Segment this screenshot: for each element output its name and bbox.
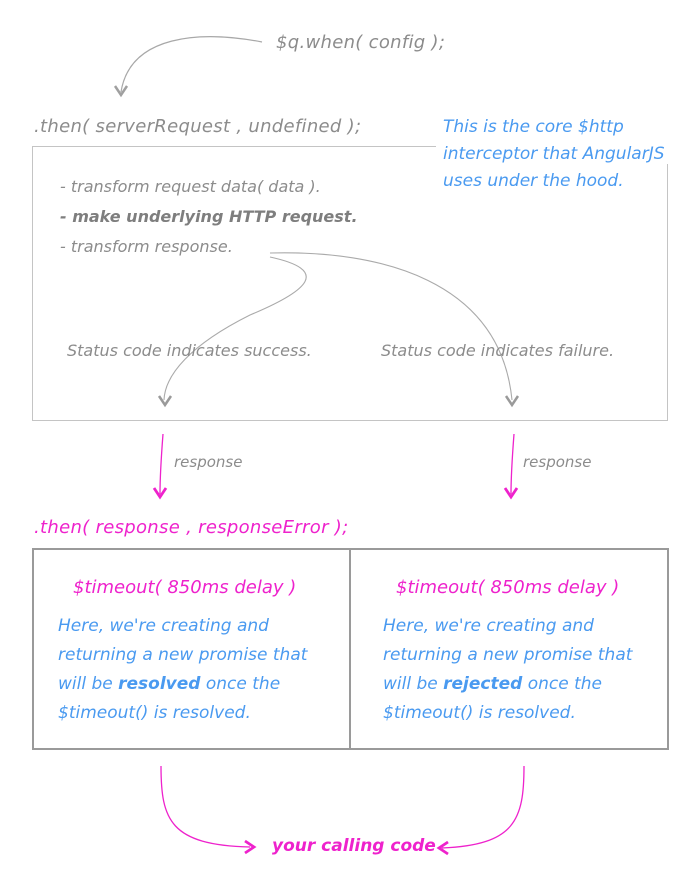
note-line: uses under the hood. — [443, 171, 624, 191]
right-response-label: response — [523, 453, 592, 471]
text: once the — [200, 674, 281, 694]
start-arrow — [120, 36, 263, 93]
text: will be — [58, 674, 119, 694]
start-label: $q.when( config ); — [276, 32, 446, 53]
left-timeout-description: Here, we're creating and returning a new… — [58, 612, 307, 728]
note-line: interceptor that AngularJS — [443, 144, 665, 164]
interceptor-box-top-border — [32, 146, 436, 147]
failure-label: Status code indicates failure. — [381, 341, 615, 360]
description-line: will be resolved once the — [58, 670, 307, 699]
right-response-arrow — [510, 433, 515, 495]
success-label: Status code indicates success. — [67, 341, 312, 360]
step2-label: .then( response , responseError ); — [34, 517, 349, 538]
text: will be — [383, 674, 444, 694]
step-item: - make underlying HTTP request. — [60, 207, 358, 226]
right-timeout-title: $timeout( 850ms delay ) — [396, 577, 620, 598]
interceptor-box-right-border — [667, 164, 668, 421]
step-item: - transform request data( data ). — [60, 177, 321, 196]
note-line: This is the core $http — [443, 117, 624, 137]
left-timeout-title: $timeout( 850ms delay ) — [73, 577, 297, 598]
left-bottom-arrow — [160, 765, 251, 848]
description-line: Here, we're creating and — [383, 616, 594, 636]
timeout-box-divider — [349, 548, 351, 750]
description-line: returning a new promise that — [58, 645, 308, 665]
text: once the — [522, 674, 603, 694]
step1-label: .then( serverRequest , undefined ); — [34, 116, 362, 137]
left-response-label: response — [174, 453, 243, 471]
right-bottom-arrow — [441, 765, 525, 849]
end-label: your calling code — [272, 836, 436, 856]
description-line: will be rejected once the — [383, 670, 632, 699]
resolved-keyword: resolved — [118, 674, 201, 694]
description-line: returning a new promise that — [383, 645, 633, 665]
step-item: - transform response. — [60, 237, 233, 256]
left-response-arrow — [159, 433, 164, 495]
right-timeout-description: Here, we're creating and returning a new… — [383, 612, 632, 728]
interceptor-steps: - transform request data( data ). - make… — [60, 172, 358, 262]
description-line: Here, we're creating and — [58, 616, 269, 636]
description-line: $timeout() is resolved. — [58, 703, 251, 723]
rejected-keyword: rejected — [443, 674, 523, 694]
interceptor-note: This is the core $http interceptor that … — [443, 114, 665, 195]
description-line: $timeout() is resolved. — [383, 703, 576, 723]
